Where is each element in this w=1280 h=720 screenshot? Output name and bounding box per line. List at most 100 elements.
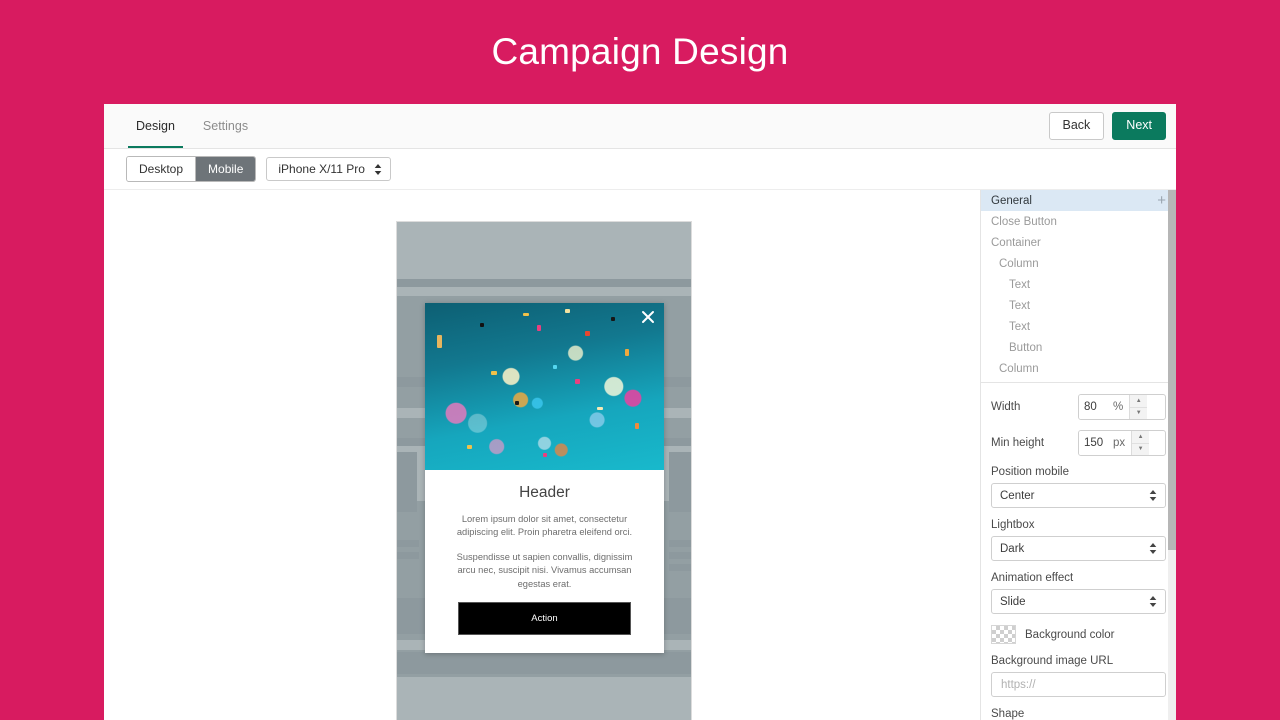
position-mobile-value: Center: [1000, 490, 1035, 502]
width-input[interactable]: [1079, 395, 1113, 419]
topbar: Design Settings Back Next: [104, 104, 1176, 149]
chevron-updown-icon: [1149, 490, 1157, 501]
confetti-bit: [565, 309, 570, 313]
shape-label: Shape: [991, 708, 1166, 720]
confetti-bit: [467, 445, 472, 449]
background-color-row[interactable]: Background color: [991, 625, 1166, 644]
wireframe-block: [397, 652, 692, 674]
property-fields: Width % ▲ ▼ Min height px: [981, 383, 1176, 720]
tree-item-label: Close Button: [991, 216, 1057, 228]
animation-effect-select[interactable]: Slide: [991, 589, 1166, 614]
tree-item-column[interactable]: Column: [981, 253, 1176, 274]
wireframe-block: [669, 540, 692, 547]
tree-item-text[interactable]: Text: [981, 295, 1176, 316]
popup-paragraph-2[interactable]: Suspendisse ut sapien convallis, digniss…: [447, 551, 642, 591]
back-button[interactable]: Back: [1049, 112, 1105, 140]
tree-item-label: Text: [1009, 300, 1030, 312]
width-stepper[interactable]: % ▲ ▼: [1078, 394, 1166, 420]
device-preview-frame: Header Lorem ipsum dolor sit amet, conse…: [396, 221, 692, 720]
confetti-bit: [635, 423, 639, 429]
confetti-bit: [597, 407, 603, 410]
page-title: Campaign Design: [0, 0, 1280, 104]
min-height-input[interactable]: [1079, 431, 1113, 455]
close-icon[interactable]: [640, 309, 656, 325]
confetti-bit: [437, 335, 442, 348]
confetti-bit: [625, 349, 629, 356]
wireframe-block: [397, 222, 692, 279]
wireframe-block: [669, 452, 692, 512]
width-increment-button[interactable]: ▲: [1130, 395, 1147, 407]
device-select-value: iPhone X/11 Pro: [278, 162, 365, 176]
device-select[interactable]: iPhone X/11 Pro: [266, 157, 391, 181]
confetti-bit: [553, 365, 557, 369]
tree-item-label: Text: [1009, 279, 1030, 291]
tree-item-button[interactable]: Button: [981, 337, 1176, 358]
background-image-url-label: Background image URL: [991, 655, 1166, 667]
wireframe-block: [669, 564, 692, 571]
popup-preview[interactable]: Header Lorem ipsum dolor sit amet, conse…: [425, 303, 664, 653]
wireframe-block: [397, 279, 692, 287]
chevron-updown-icon: [1149, 543, 1157, 554]
chevron-updown-icon: [374, 164, 382, 175]
confetti-bit: [543, 453, 547, 457]
viewport-desktop-button[interactable]: Desktop: [127, 157, 195, 181]
tree-item-close-button[interactable]: Close Button: [981, 211, 1176, 232]
plus-icon[interactable]: +: [1157, 193, 1166, 208]
preview-canvas: Header Lorem ipsum dolor sit amet, conse…: [104, 190, 980, 720]
width-spin-buttons[interactable]: ▲ ▼: [1129, 395, 1147, 419]
popup-body: Header Lorem ipsum dolor sit amet, conse…: [425, 470, 664, 653]
min-height-decrement-button[interactable]: ▼: [1132, 443, 1149, 456]
panel-scrollbar-thumb[interactable]: [1168, 190, 1176, 550]
popup-hero-image: [425, 303, 664, 470]
element-tree: General + Close Button Container Column …: [981, 190, 1176, 383]
background-color-label: Background color: [1025, 629, 1115, 641]
animation-effect-label: Animation effect: [991, 572, 1166, 584]
width-field-row: Width % ▲ ▼: [991, 394, 1166, 420]
confetti-bit: [480, 323, 484, 327]
topbar-actions: Back Next: [1049, 104, 1177, 148]
background-color-swatch[interactable]: [991, 625, 1016, 644]
tab-settings[interactable]: Settings: [189, 104, 262, 148]
background-image-url-input[interactable]: [991, 672, 1166, 697]
viewport-segmented-control: Desktop Mobile: [126, 156, 256, 182]
tree-item-column[interactable]: Column: [981, 358, 1176, 379]
lightbox-value: Dark: [1000, 543, 1024, 555]
main-area: Header Lorem ipsum dolor sit amet, conse…: [104, 189, 1176, 720]
min-height-increment-button[interactable]: ▲: [1132, 431, 1149, 443]
app-window: Design Settings Back Next Desktop Mobile…: [104, 104, 1176, 720]
tree-item-label: Container: [991, 237, 1041, 249]
viewport-toolbar: Desktop Mobile iPhone X/11 Pro: [104, 149, 1176, 189]
min-height-spin-buttons[interactable]: ▲ ▼: [1131, 431, 1149, 455]
min-height-label: Min height: [991, 437, 1075, 449]
width-label: Width: [991, 401, 1075, 413]
panel-scrollbar[interactable]: [1168, 190, 1176, 720]
next-button[interactable]: Next: [1112, 112, 1166, 140]
width-decrement-button[interactable]: ▼: [1130, 407, 1147, 420]
wireframe-block: [397, 287, 692, 296]
popup-header-text[interactable]: Header: [447, 484, 642, 502]
animation-effect-value: Slide: [1000, 596, 1026, 608]
tab-design[interactable]: Design: [122, 104, 189, 148]
tree-item-label: Column: [999, 363, 1039, 375]
confetti-bit: [523, 313, 529, 316]
chevron-updown-icon: [1149, 596, 1157, 607]
popup-action-button[interactable]: Action: [458, 602, 631, 635]
tree-item-text[interactable]: Text: [981, 316, 1176, 337]
lightbox-select[interactable]: Dark: [991, 536, 1166, 561]
popup-paragraph-1[interactable]: Lorem ipsum dolor sit amet, consectetur …: [447, 513, 642, 540]
tree-item-label: Button: [1009, 342, 1042, 354]
position-mobile-select[interactable]: Center: [991, 483, 1166, 508]
confetti-bit: [537, 325, 541, 331]
viewport-mobile-button[interactable]: Mobile: [195, 157, 255, 181]
lightbox-label: Lightbox: [991, 519, 1166, 531]
wireframe-block: [397, 452, 417, 512]
width-unit: %: [1113, 395, 1129, 419]
confetti-bit: [611, 317, 615, 321]
tree-item-text[interactable]: Text: [981, 274, 1176, 295]
tree-item-container[interactable]: Container: [981, 232, 1176, 253]
tree-item-general[interactable]: General +: [981, 190, 1176, 211]
wireframe-block: [397, 677, 692, 720]
wireframe-block: [669, 552, 692, 559]
min-height-stepper[interactable]: px ▲ ▼: [1078, 430, 1166, 456]
properties-panel: General + Close Button Container Column …: [980, 190, 1176, 720]
